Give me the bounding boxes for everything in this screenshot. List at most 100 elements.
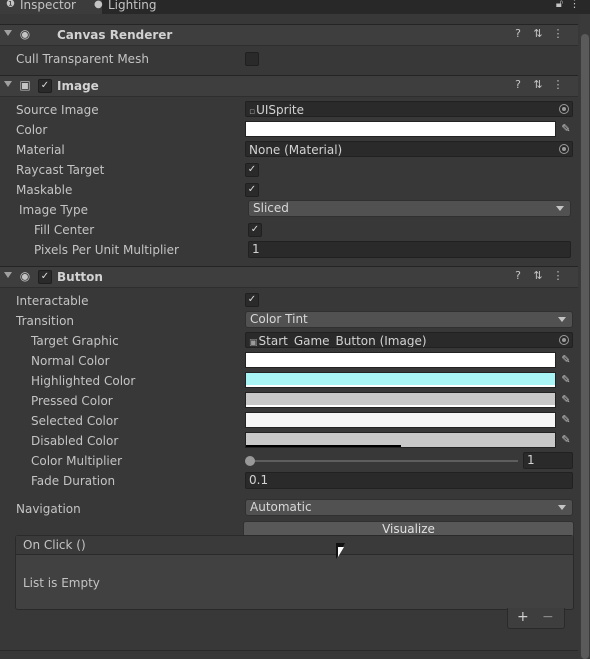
dropdown-arrow-icon: [556, 206, 564, 211]
add-event-button[interactable]: +: [517, 609, 529, 625]
on-click-event-list: On Click () List is Empty: [15, 535, 574, 610]
disabled-color-swatch[interactable]: [245, 432, 556, 448]
color-multiplier-input[interactable]: 1: [523, 452, 573, 469]
pixels-per-unit-input[interactable]: 1: [248, 241, 571, 258]
header-buttons: ? ⇅ ⋮: [508, 269, 568, 282]
button-title: Button: [57, 270, 103, 284]
eyedropper-icon[interactable]: ✎: [559, 373, 573, 387]
presets-icon[interactable]: ⇅: [528, 269, 548, 282]
cull-transparent-mesh-row: Cull Transparent Mesh: [0, 49, 578, 69]
source-image-field[interactable]: ▫UISprite: [245, 101, 573, 117]
object-picker-icon[interactable]: [559, 144, 569, 154]
raycast-target-row: Raycast Target ✓: [0, 160, 578, 180]
cull-transparent-mesh-checkbox[interactable]: [245, 52, 259, 66]
help-icon[interactable]: ?: [508, 27, 528, 40]
interactable-label: Interactable: [16, 294, 89, 308]
color-multiplier-slider-thumb[interactable]: [245, 456, 255, 466]
color-label: Color: [16, 123, 48, 137]
fade-duration-row: Fade Duration 0.1: [0, 471, 578, 491]
presets-icon[interactable]: ⇅: [528, 27, 548, 40]
transition-label: Transition: [16, 314, 75, 328]
disabled-color-label: Disabled Color: [31, 434, 119, 448]
button-enabled-checkbox[interactable]: ✓: [38, 270, 52, 284]
image-enabled-checkbox[interactable]: ✓: [38, 79, 52, 93]
menu-icon[interactable]: ⋮: [548, 269, 568, 282]
image-header[interactable]: ▣ ✓ Image ? ⇅ ⋮: [0, 75, 578, 97]
alpha-bar: [246, 445, 401, 447]
fade-duration-input[interactable]: 0.1: [245, 472, 573, 489]
transition-dropdown[interactable]: Color Tint: [245, 311, 573, 328]
interactable-row: Interactable ✓: [0, 291, 578, 311]
material-label: Material: [16, 143, 65, 157]
image-type-row: Image Type Sliced: [0, 200, 578, 220]
eyedropper-icon[interactable]: ✎: [559, 433, 573, 447]
tab-bar: ❶ Inspector ● Lighting 🔓︎⋮: [0, 0, 590, 14]
canvas-renderer-header[interactable]: ◉ Canvas Renderer ? ⇅ ⋮: [0, 24, 578, 46]
window-menu-icon[interactable]: ⋮: [569, 0, 586, 10]
target-graphic-label: Target Graphic: [31, 334, 119, 348]
button-header[interactable]: ◉ ✓ Button ? ⇅ ⋮: [0, 266, 578, 288]
dropdown-arrow-icon: [558, 505, 566, 510]
image-title: Image: [57, 79, 99, 93]
fold-arrow-icon[interactable]: [4, 81, 12, 87]
color-row: Color ✎: [0, 120, 578, 140]
fill-center-checkbox[interactable]: ✓: [248, 223, 262, 237]
menu-icon[interactable]: ⋮: [548, 27, 568, 40]
color-multiplier-slider-track[interactable]: [250, 460, 518, 462]
dropdown-arrow-icon: [558, 317, 566, 322]
selected-color-swatch[interactable]: [245, 412, 556, 428]
raycast-target-checkbox[interactable]: ✓: [245, 163, 259, 177]
pressed-color-swatch[interactable]: [245, 392, 556, 408]
tab-lighting-label: Lighting: [108, 0, 157, 12]
lightbulb-icon: ●: [94, 0, 103, 10]
remove-event-button[interactable]: −: [542, 609, 554, 625]
normal-color-label: Normal Color: [31, 354, 110, 368]
normal-color-swatch[interactable]: [245, 352, 556, 368]
header-buttons: ? ⇅ ⋮: [508, 78, 568, 91]
tab-lighting[interactable]: ● Lighting: [88, 0, 198, 14]
window-tools: 🔓︎⋮: [556, 0, 586, 11]
image-component-icon: ▣: [19, 78, 31, 92]
image-type-label: Image Type: [19, 203, 88, 217]
object-picker-icon[interactable]: [559, 335, 569, 345]
scroll-thumb[interactable]: [581, 34, 589, 659]
presets-icon[interactable]: ⇅: [528, 78, 548, 91]
menu-icon[interactable]: ⋮: [548, 78, 568, 91]
on-click-label: On Click (): [23, 538, 86, 552]
eyedropper-icon[interactable]: ✎: [559, 393, 573, 407]
maskable-checkbox[interactable]: ✓: [245, 183, 259, 197]
source-image-label: Source Image: [16, 103, 99, 117]
fold-arrow-icon[interactable]: [4, 272, 12, 278]
lock-icon[interactable]: 🔓︎: [556, 0, 569, 10]
canvas-renderer-title: Canvas Renderer: [57, 28, 173, 42]
scrollbar[interactable]: [580, 14, 590, 659]
fold-arrow-icon[interactable]: [4, 30, 12, 36]
navigation-dropdown[interactable]: Automatic: [245, 499, 573, 516]
help-icon[interactable]: ?: [508, 78, 528, 91]
eyedropper-icon[interactable]: ✎: [559, 122, 573, 136]
help-icon[interactable]: ?: [508, 269, 528, 282]
interactable-checkbox[interactable]: ✓: [245, 293, 259, 307]
material-field[interactable]: None (Material): [245, 141, 573, 157]
pixels-per-unit-label: Pixels Per Unit Multiplier: [34, 243, 179, 257]
selected-color-label: Selected Color: [31, 414, 119, 428]
source-image-value: UISprite: [256, 103, 305, 117]
eyedropper-icon[interactable]: ✎: [559, 413, 573, 427]
alpha-bar: [246, 385, 555, 387]
image-type-dropdown[interactable]: Sliced: [248, 200, 571, 217]
maskable-label: Maskable: [16, 183, 73, 197]
eye-icon: ◉: [19, 27, 31, 41]
highlighted-color-row: Highlighted Color ✎: [0, 371, 578, 391]
target-graphic-field[interactable]: ▣Start_Game_Button (Image): [245, 332, 573, 348]
navigation-row: Navigation Automatic: [0, 499, 578, 519]
image-type-value: Sliced: [253, 201, 289, 215]
fade-duration-label: Fade Duration: [31, 474, 116, 488]
tab-inspector[interactable]: ❶ Inspector: [0, 0, 102, 14]
eyedropper-icon[interactable]: ✎: [559, 353, 573, 367]
disabled-color-row: Disabled Color ✎: [0, 431, 578, 451]
highlighted-color-swatch[interactable]: [245, 372, 556, 388]
target-graphic-row: Target Graphic ▣Start_Game_Button (Image…: [0, 331, 578, 351]
object-picker-icon[interactable]: [559, 104, 569, 114]
color-swatch[interactable]: [245, 121, 556, 137]
selected-color-row: Selected Color ✎: [0, 411, 578, 431]
